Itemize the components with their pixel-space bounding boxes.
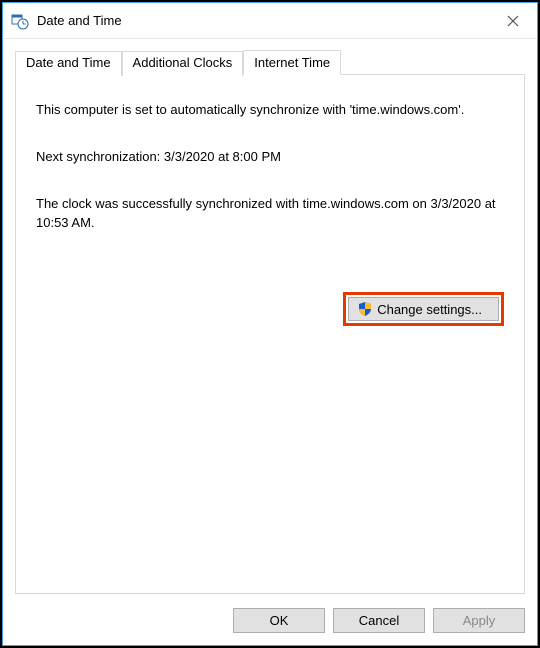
tab-internet-time[interactable]: Internet Time — [243, 50, 341, 75]
sync-info-text: This computer is set to automatically sy… — [36, 101, 504, 120]
dialog-window: Date and Time Date and Time Additional C… — [2, 2, 538, 646]
shield-icon — [357, 301, 373, 317]
date-time-icon — [11, 12, 29, 30]
change-settings-button[interactable]: Change settings... — [348, 297, 499, 321]
dialog-body: Date and Time Additional Clocks Internet… — [3, 39, 537, 645]
last-sync-text: The clock was successfully synchronized … — [36, 195, 504, 233]
tab-strip: Date and Time Additional Clocks Internet… — [15, 49, 525, 74]
window-title: Date and Time — [37, 13, 489, 28]
titlebar: Date and Time — [3, 3, 537, 39]
tab-date-and-time[interactable]: Date and Time — [15, 51, 122, 76]
next-sync-text: Next synchronization: 3/3/2020 at 8:00 P… — [36, 148, 504, 167]
dialog-button-row: OK Cancel Apply — [15, 594, 525, 633]
highlight-annotation: Change settings... — [343, 292, 504, 326]
tab-panel-internet-time: This computer is set to automatically sy… — [15, 74, 525, 594]
change-settings-label: Change settings... — [377, 302, 482, 317]
ok-button[interactable]: OK — [233, 608, 325, 633]
tab-additional-clocks[interactable]: Additional Clocks — [122, 51, 244, 76]
apply-button[interactable]: Apply — [433, 608, 525, 633]
close-button[interactable] — [489, 3, 537, 39]
cancel-button[interactable]: Cancel — [333, 608, 425, 633]
